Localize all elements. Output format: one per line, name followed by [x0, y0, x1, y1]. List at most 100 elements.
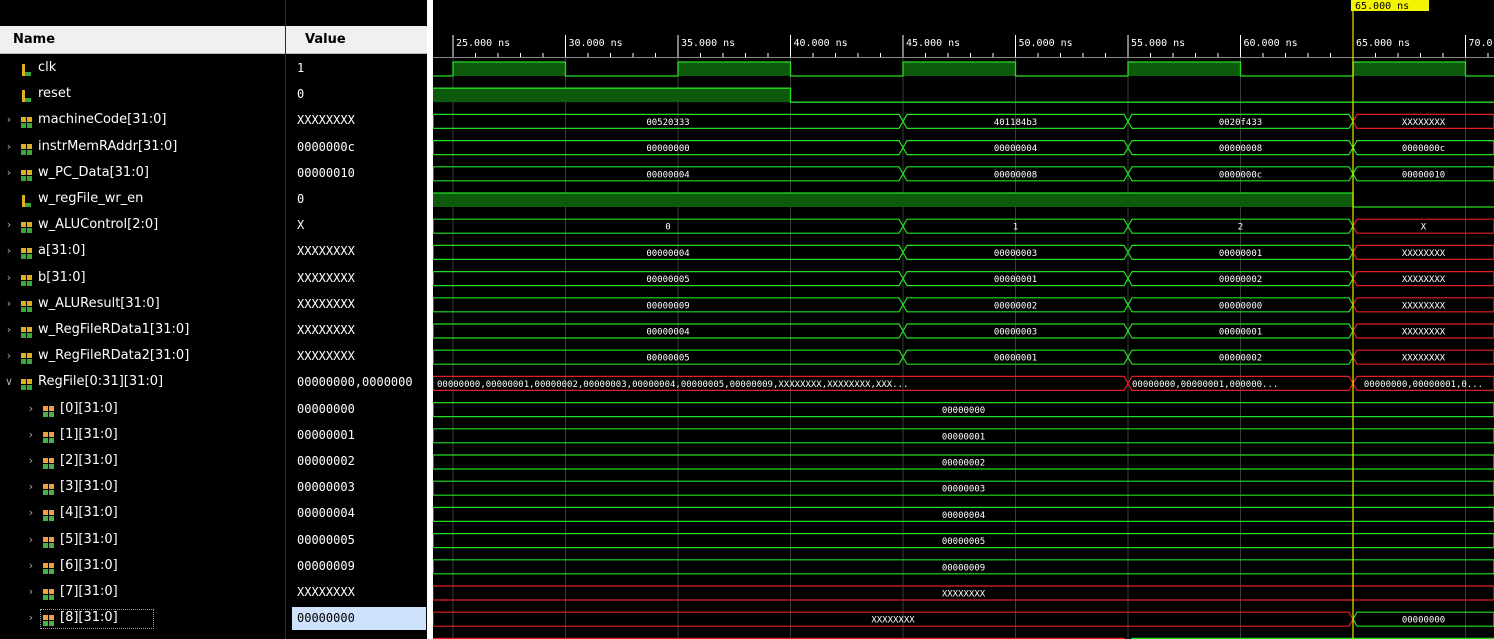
bus-signal-icon [20, 375, 34, 391]
chevron-right-icon[interactable]: › [4, 291, 14, 317]
chevron-right-icon[interactable]: › [4, 317, 14, 343]
value-row-7310[interactable]: XXXXXXXX [286, 579, 428, 605]
value-row-9310[interactable] [286, 631, 428, 639]
bus-value-label: 00000008 [994, 170, 1037, 180]
signal-row-3310[interactable]: › [3][31:0] [0, 474, 285, 500]
chevron-right-icon[interactable]: › [26, 500, 36, 526]
signal-row-5310[interactable]: › [5][31:0] [0, 527, 285, 553]
signal-value: 00000010 [297, 165, 355, 180]
chevron-right-icon[interactable]: › [26, 605, 36, 631]
value-row-8310[interactable]: 00000000 [292, 607, 426, 631]
chevron-right-icon[interactable]: › [26, 527, 36, 553]
bus-value-label: XXXXXXXX [942, 590, 986, 600]
array-element-icon [42, 480, 56, 496]
chevron-right-icon[interactable]: › [4, 265, 14, 291]
signal-name: w_RegFileRData2[31:0] [38, 348, 190, 364]
value-column-header[interactable]: Value [286, 26, 428, 54]
signal-row-w-pc-data310[interactable]: › w_PC_Data[31:0] [0, 160, 285, 186]
value-row-5310[interactable]: 00000005 [286, 527, 428, 553]
value-row-reset[interactable]: 0 [286, 81, 428, 107]
signal-name: [1][31:0] [60, 426, 118, 442]
bus-signal-icon [20, 323, 34, 338]
chevron-right-icon[interactable]: › [4, 134, 14, 160]
signal-value: XXXXXXXX [297, 113, 355, 128]
signal-row-w-regfilerdata2310[interactable]: › w_RegFileRData2[31:0] [0, 343, 285, 369]
signal-row-9310[interactable] [0, 631, 285, 639]
bus-value-label: 00000001 [942, 432, 985, 442]
bus-value-label: 00000001 [994, 354, 1037, 364]
value-row-w-regfile-wr-en[interactable]: 0 [286, 186, 428, 212]
bus-signal-icon [20, 349, 34, 365]
signal-row-machinecode310[interactable]: › machineCode[31:0] [0, 107, 285, 133]
signal-name: [3][31:0] [60, 479, 118, 495]
chevron-right-icon[interactable]: › [4, 343, 14, 369]
value-row-instrmemraddr310[interactable]: 0000000c [286, 134, 428, 160]
value-panel: Value 1 0 XXXXXXXX 0000000c 00000010 0 X XXXXXX… [285, 0, 428, 639]
signal-row-w-regfilerdata1310[interactable]: › w_RegFileRData1[31:0] [0, 317, 285, 343]
value-row-w-aluresult310[interactable]: XXXXXXXX [286, 291, 428, 317]
value-row-machinecode310[interactable]: XXXXXXXX [286, 107, 428, 133]
chevron-right-icon[interactable]: › [26, 553, 36, 579]
signal-row-6310[interactable]: › [6][31:0] [0, 553, 285, 579]
bus-value-label: XXXXXXXX [871, 616, 915, 626]
value-row-0310[interactable]: 00000000 [286, 396, 428, 422]
bus-value-label: 00000002 [994, 301, 1037, 311]
bus-value-label: 00520333 [646, 118, 689, 128]
signal-row-1310[interactable]: › [1][31:0] [0, 422, 285, 448]
value-row-3310[interactable]: 00000003 [286, 474, 428, 500]
value-row-w-regfilerdata1310[interactable]: XXXXXXXX [286, 317, 428, 343]
bus-value-label: 00000002 [1219, 275, 1262, 285]
signal-name: w_RegFileRData1[31:0] [38, 322, 190, 337]
signal-value: 1 [297, 61, 305, 75]
bus-value-label: 00000004 [994, 144, 1037, 154]
array-element-icon [42, 506, 56, 522]
signal-row-4310[interactable]: › [4][31:0] [0, 500, 285, 526]
chevron-right-icon[interactable]: › [4, 212, 14, 238]
chevron-right-icon[interactable]: › [4, 160, 14, 186]
chevron-right-icon[interactable]: › [4, 107, 14, 133]
signal-row-regfile031310[interactable]: ∨ RegFile[0:31][31:0] [0, 369, 285, 395]
signal-row-w-alucontrol20[interactable]: › w_ALUControl[2:0] [0, 212, 285, 238]
bus-value-label: 00000001 [1219, 249, 1262, 259]
signal-name: [5][31:0] [60, 531, 118, 547]
waveform-w-regfile-wr-en[interactable] [433, 192, 1494, 208]
value-row-clk[interactable]: 1 [286, 55, 428, 81]
chevron-down-icon[interactable]: ∨ [4, 369, 14, 395]
signal-row-instrmemraddr310[interactable]: › instrMemRAddr[31:0] [0, 134, 285, 160]
value-row-1310[interactable]: 00000001 [286, 422, 428, 448]
chevron-right-icon[interactable]: › [26, 474, 36, 500]
signal-row-b310[interactable]: › b[31:0] [0, 265, 285, 291]
signal-row-7310[interactable]: › [7][31:0] [0, 579, 285, 605]
signal-row-a310[interactable]: › a[31:0] [0, 238, 285, 264]
value-row-regfile031310[interactable]: 00000000,0000000 [286, 369, 428, 395]
signal-row-2310[interactable]: › [2][31:0] [0, 448, 285, 474]
signal-row-8310[interactable]: › [8][31:0] [0, 605, 285, 631]
chevron-right-icon[interactable]: › [26, 396, 36, 422]
chevron-right-icon[interactable]: › [26, 422, 36, 448]
value-row-a310[interactable]: XXXXXXXX [286, 238, 428, 264]
signal-row-w-aluresult310[interactable]: › w_ALUResult[31:0] [0, 291, 285, 317]
signal-row-0310[interactable]: › [0][31:0] [0, 396, 285, 422]
chevron-right-icon[interactable]: › [4, 238, 14, 264]
signal-row-reset[interactable]: reset [0, 81, 285, 107]
bus-value-label: 00000002 [1219, 354, 1262, 364]
value-row-w-alucontrol20[interactable]: X [286, 212, 428, 238]
chevron-right-icon[interactable]: › [26, 579, 36, 605]
value-row-w-pc-data310[interactable]: 00000010 [286, 160, 428, 186]
name-column-header[interactable]: Name [0, 26, 285, 54]
array-element-icon [42, 585, 56, 600]
bus-signal-icon [20, 218, 34, 234]
time-tick-label: 65.000 ns [1356, 38, 1410, 49]
value-row-b310[interactable]: XXXXXXXX [286, 265, 428, 291]
signal-name: b[31:0] [38, 269, 86, 285]
value-row-w-regfilerdata2310[interactable]: XXXXXXXX [286, 343, 428, 369]
signal-row-clk[interactable]: clk [0, 55, 285, 81]
signal-row-w-regfile-wr-en[interactable]: w_regFile_wr_en [0, 186, 285, 212]
value-row-2310[interactable]: 00000002 [286, 448, 428, 474]
value-row-4310[interactable]: 00000004 [286, 500, 428, 526]
signal-value: XXXXXXXX [297, 270, 355, 285]
chevron-right-icon[interactable]: › [26, 448, 36, 474]
value-row-6310[interactable]: 00000009 [286, 553, 428, 579]
waveform-canvas[interactable]: 25.000 ns 30.000 ns 35.000 ns 40.000 ns 45.0… [433, 0, 1494, 639]
bus-value-label: XXXXXXXX [1402, 301, 1446, 311]
